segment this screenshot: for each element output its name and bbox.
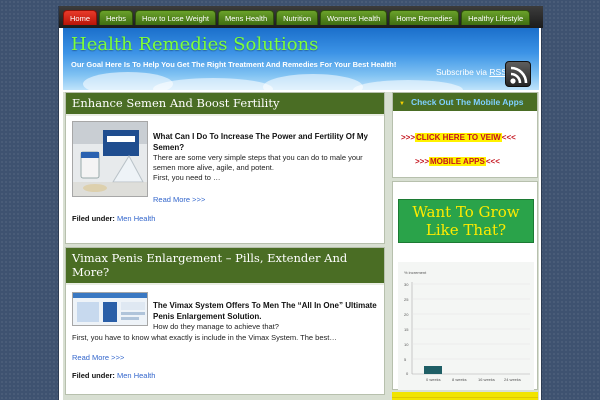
nav-item-home[interactable]: Home: [63, 10, 98, 25]
chart-x-tick: 8 weeks: [452, 377, 467, 382]
post-excerpt: The Vimax System Offers To Men The “All …: [153, 300, 381, 332]
post-card: Vimax Penis Enlargement – Pills, Extende…: [65, 247, 385, 395]
chart-y-tick: 15: [404, 327, 409, 332]
triangle-bullet-icon: ▼: [399, 101, 405, 107]
mobile-apps-link-1[interactable]: >>>CLICK HERE TO VEIW<<<: [401, 133, 516, 142]
link-suffix: <<<: [485, 157, 500, 166]
post-card: Enhance Semen And Boost Fertility What C…: [65, 92, 385, 244]
site-title[interactable]: Health Remedies Solutions: [71, 34, 318, 55]
nav-item-womens-health[interactable]: Womens Health: [320, 10, 388, 25]
post-excerpt: What Can I Do To Increase The Power and …: [153, 131, 381, 183]
link-prefix: >>>: [401, 133, 416, 142]
rss-feed-icon[interactable]: [505, 61, 531, 87]
site-tagline: Our Goal Here Is To Help You Get The Rig…: [71, 60, 397, 69]
chart-y-label: % increment: [404, 270, 427, 275]
category-link[interactable]: Men Health: [117, 371, 155, 380]
link-suffix: <<<: [501, 133, 516, 142]
filed-label: Filed under:: [72, 214, 115, 223]
chart-y-tick: 20: [404, 312, 409, 317]
link-prefix: >>>: [415, 157, 430, 166]
subscribe-prefix: Subscribe via: [436, 67, 490, 77]
growth-chart-ad[interactable]: % increment 30 25 20 15 10 5 0 0 weeks 8…: [398, 262, 534, 390]
excerpt-line: There are some very simple steps that yo…: [153, 153, 363, 172]
post-title[interactable]: Vimax Penis Enlargement – Pills, Extende…: [66, 248, 384, 285]
chart-y-tick: 30: [404, 282, 409, 287]
mobile-apps-widget: ▼ Check Out The Mobile Apps >>>CLICK HERE…: [392, 92, 538, 178]
nav-item-how-to-lose-weight[interactable]: How to Lose Weight: [135, 10, 217, 25]
page-wrapper: Home Herbs How to Lose Weight Mens Healt…: [58, 6, 543, 400]
chart-x-tick: 0 weeks: [426, 377, 441, 382]
excerpt-line: First, you have to know what exactly is …: [72, 333, 337, 342]
filed-under: Filed under: Men Health: [72, 214, 155, 223]
site-header: Health Remedies Solutions Our Goal Here …: [63, 28, 539, 90]
excerpt-heading: What Can I Do To Increase The Power and …: [153, 132, 368, 152]
nav-item-home-remedies[interactable]: Home Remedies: [389, 10, 460, 25]
category-link[interactable]: Men Health: [117, 214, 155, 223]
bottom-ad-banner[interactable]: [392, 392, 538, 400]
widget-heading-text: Check Out The Mobile Apps: [410, 97, 524, 107]
chart-x-tick: 16 weeks: [478, 377, 495, 382]
post-thumbnail[interactable]: [72, 292, 148, 326]
post-thumbnail[interactable]: [72, 121, 148, 197]
nav-item-mens-health[interactable]: Mens Health: [218, 10, 275, 25]
filed-label: Filed under:: [72, 371, 115, 380]
chart-y-tick: 25: [404, 297, 409, 302]
chart-x-tick: 24 weeks: [504, 377, 521, 382]
chart-bar: [424, 366, 442, 374]
link-text[interactable]: MOBILE APPS: [429, 157, 486, 166]
read-more-link[interactable]: Read More >>>: [153, 195, 205, 204]
chart-y-tick: 10: [404, 342, 409, 347]
mobile-apps-link-2[interactable]: >>>MOBILE APPS<<<: [415, 157, 500, 166]
post-title[interactable]: Enhance Semen And Boost Fertility: [66, 93, 384, 116]
nav-item-herbs[interactable]: Herbs: [99, 10, 134, 25]
subscribe-text: Subscribe via RSS: [436, 67, 507, 77]
excerpt-line: First, you need to …: [153, 173, 221, 182]
excerpt-line: How do they manage to achieve that?: [153, 322, 279, 331]
widget-heading: ▼ Check Out The Mobile Apps: [393, 93, 537, 111]
grow-ad-banner[interactable]: Want To Grow Like That?: [398, 199, 534, 243]
excerpt-heading: The Vimax System Offers To Men The “All …: [153, 301, 377, 321]
filed-under: Filed under: Men Health: [72, 371, 155, 380]
nav-item-nutrition[interactable]: Nutrition: [276, 10, 319, 25]
main-navigation: Home Herbs How to Lose Weight Mens Healt…: [59, 6, 543, 28]
read-more-link[interactable]: Read More >>>: [72, 353, 124, 362]
nav-item-healthy-lifestyle[interactable]: Healthy Lifestyle: [461, 10, 531, 25]
link-text[interactable]: CLICK HERE TO VEIW: [415, 133, 502, 142]
